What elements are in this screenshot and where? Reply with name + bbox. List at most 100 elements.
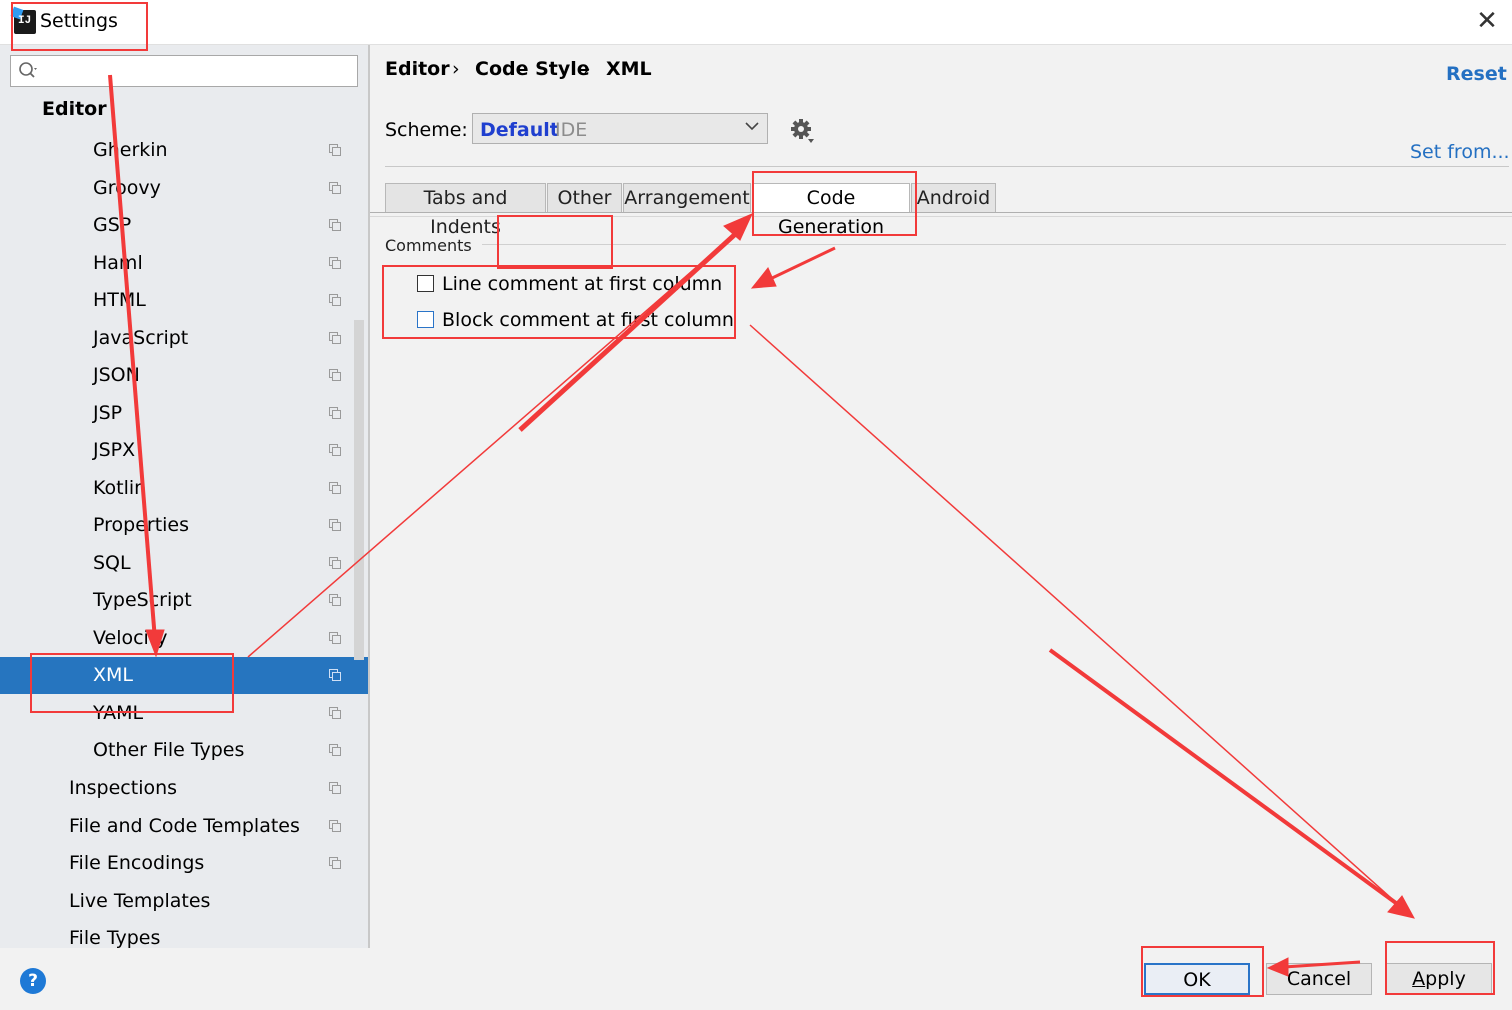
help-icon[interactable]: ? [20, 968, 46, 994]
sidebar-item-label: File Encodings [69, 852, 205, 874]
title-bar [0, 0, 1512, 45]
project-scheme-icon [329, 556, 341, 569]
sidebar-item-sql[interactable]: SQL [0, 545, 368, 582]
sidebar-item-label: File and Code Templates [69, 814, 300, 837]
window-title: Settings [40, 10, 118, 32]
tab-arrangement[interactable]: Arrangement [623, 183, 751, 212]
sidebar-item-velocity[interactable]: Velocity [0, 620, 368, 657]
sidebar-scrollbar[interactable] [354, 320, 364, 660]
sidebar-item-file-types[interactable]: File Types [0, 920, 368, 957]
sidebar-item-label: File Types [69, 927, 161, 949]
breadcrumb-separator: › [452, 58, 460, 80]
close-button[interactable]: ✕ [1472, 6, 1502, 36]
sidebar-item-jsp[interactable]: JSP [0, 395, 368, 432]
project-scheme-icon [329, 294, 341, 306]
sidebar-item-other-file-types[interactable]: Other File Types [0, 732, 368, 769]
sidebar-item-groovy[interactable]: Groovy [0, 170, 368, 207]
sidebar-item-label: Kotlin [93, 476, 147, 499]
sidebar-item-kotlin[interactable]: Kotlin [0, 470, 368, 507]
ok-button[interactable]: OK [1144, 963, 1250, 995]
sidebar-item-typescript[interactable]: TypeScript [0, 582, 368, 619]
sidebar-item-file-encodings[interactable]: File Encodings [0, 845, 368, 882]
project-scheme-icon [329, 819, 341, 832]
sidebar-item-live-templates[interactable]: Live Templates [0, 883, 368, 920]
chevron-down-icon [745, 122, 759, 131]
set-from-link[interactable]: Set from... [1410, 141, 1510, 163]
tab-android[interactable]: Android [911, 183, 996, 212]
app-icon-text: IJ [18, 15, 32, 27]
sidebar-item-haml[interactable]: Haml [0, 245, 368, 282]
project-scheme-icon [329, 181, 341, 194]
sidebar-item-label: JSON [93, 364, 140, 386]
annotation-arrowhead [750, 267, 777, 289]
project-scheme-icon [329, 256, 341, 269]
block-comment-checkbox[interactable] [417, 311, 434, 328]
line-comment-checkbox[interactable] [417, 275, 434, 292]
project-scheme-icon [329, 669, 341, 681]
apply-label: pply [1425, 968, 1466, 990]
tab-underline [370, 212, 1512, 213]
sidebar-item-gsp[interactable]: GSP [0, 207, 368, 244]
project-scheme-icon [329, 369, 341, 381]
sidebar-item-label: GSP [93, 214, 132, 236]
line-comment-label[interactable]: Line comment at first column [442, 273, 722, 295]
sidebar-item-label: Properties [93, 514, 190, 536]
breadcrumb-separator: › [583, 58, 591, 80]
breadcrumb-code-style: Code Style [475, 58, 590, 80]
divider [482, 244, 1506, 245]
sidebar-item-properties[interactable]: Properties [0, 507, 368, 544]
sidebar-section-editor[interactable]: Editor [42, 98, 107, 120]
sidebar-item-jspx[interactable]: JSPX [0, 432, 368, 469]
sidebar-item-html[interactable]: HTML [0, 282, 368, 319]
tab-code-generation[interactable]: Code Generation [752, 183, 910, 238]
search-icon [19, 62, 37, 78]
sidebar-item-label: XML [93, 664, 133, 686]
cancel-button[interactable]: Cancel [1266, 963, 1372, 995]
project-scheme-icon [329, 144, 341, 156]
sidebar-item-label: SQL [93, 551, 131, 574]
sidebar-item-label: YAML [93, 701, 144, 724]
sidebar-item-file-and-code-templates[interactable]: File and Code Templates [0, 808, 368, 845]
project-scheme-icon [329, 481, 341, 494]
sidebar-item-label: HTML [93, 289, 146, 311]
sidebar-item-label: Gherkin [93, 139, 168, 161]
sidebar-item-gherkin[interactable]: Gherkin [0, 132, 368, 169]
project-scheme-icon [329, 744, 341, 756]
block-comment-label[interactable]: Block comment at first column [442, 309, 734, 331]
annotation-box-empty [497, 215, 613, 269]
sidebar-item-label: JavaScript [93, 326, 189, 349]
tab-other[interactable]: Other [547, 183, 622, 212]
sidebar-item-javascript[interactable]: JavaScript [0, 320, 368, 357]
annotation-arrowhead [723, 213, 753, 241]
apply-button[interactable]: Apply [1386, 963, 1492, 995]
project-scheme-icon [329, 444, 341, 456]
sidebar-item-label: TypeScript [93, 589, 192, 611]
sidebar-item-label: Groovy [93, 176, 161, 199]
sidebar-item-label: Other File Types [93, 739, 245, 761]
tab-tabs-and-indents[interactable]: Tabs and Indents [385, 183, 546, 238]
intellij-app-icon: IJ [14, 10, 36, 34]
sidebar-item-label: Inspections [69, 777, 178, 799]
reset-link[interactable]: Reset [1446, 63, 1507, 85]
sidebar-item-json[interactable]: JSON [0, 357, 368, 394]
project-scheme-icon [329, 631, 341, 644]
sidebar-item-inspections[interactable]: Inspections [0, 770, 368, 807]
scheme-label: Scheme: [385, 119, 468, 141]
project-scheme-icon [329, 706, 341, 719]
scheme-name: Default [480, 119, 559, 141]
sidebar-item-xml[interactable]: XML [0, 657, 368, 694]
sidebar-item-label: JSP [93, 401, 123, 424]
apply-mnemonic: A [1412, 968, 1426, 990]
breadcrumb-xml: XML [606, 58, 652, 80]
gear-icon[interactable] [788, 117, 816, 145]
settings-search-input[interactable] [10, 55, 358, 87]
divider [385, 166, 1509, 167]
sidebar-item-label: Haml [93, 251, 143, 274]
project-scheme-icon [329, 857, 341, 869]
project-scheme-icon [329, 331, 341, 344]
breadcrumb-editor: Editor [385, 58, 450, 80]
project-scheme-icon [329, 594, 341, 606]
sidebar-item-yaml[interactable]: YAML [0, 695, 368, 732]
project-scheme-icon [329, 519, 341, 531]
project-scheme-icon [329, 406, 341, 419]
